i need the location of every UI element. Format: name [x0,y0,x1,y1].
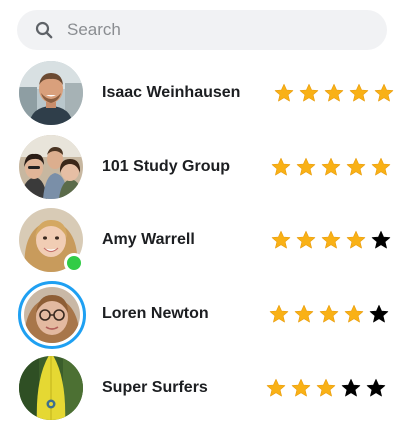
star-filled-icon [296,157,316,177]
rating-stars [271,205,396,275]
search-icon [35,21,53,39]
avatar[interactable] [19,356,83,420]
search-input[interactable] [67,10,367,50]
star-filled-icon [344,304,364,324]
star-filled-icon [349,83,369,103]
star-filled-icon [299,83,319,103]
star-filled-icon [316,378,336,398]
star-filled-icon [319,304,339,324]
avatar[interactable] [19,61,83,125]
star-filled-icon [324,83,344,103]
list-item[interactable]: Loren Newton [0,279,414,349]
contact-name: Loren Newton [102,305,209,322]
contact-name: Isaac Weinhausen [102,84,241,101]
avatar[interactable] [18,281,86,349]
contact-name: Amy Warrell [102,231,195,248]
avatar[interactable] [19,135,83,199]
list-item[interactable]: Super Surfers [0,353,414,423]
online-indicator [64,253,84,273]
star-filled-icon [346,157,366,177]
star-filled-icon [274,83,294,103]
contact-name: 101 Study Group [102,158,231,175]
star-filled-icon [291,378,311,398]
list-item[interactable]: 101 Study Group [0,132,414,202]
star-filled-icon [294,304,314,324]
star-filled-icon [346,230,366,250]
star-empty-icon [371,230,391,250]
star-filled-icon [271,157,291,177]
contact-name: Super Surfers [102,379,208,396]
star-filled-icon [371,157,391,177]
star-empty-icon [366,378,386,398]
list-item[interactable]: Isaac Weinhausen [0,58,414,128]
star-filled-icon [269,304,289,324]
list-item[interactable]: Amy Warrell [0,205,414,275]
star-filled-icon [321,157,341,177]
star-filled-icon [266,378,286,398]
star-filled-icon [374,83,394,103]
star-filled-icon [321,230,341,250]
rating-stars [274,58,399,128]
star-filled-icon [271,230,291,250]
star-empty-icon [369,304,389,324]
star-empty-icon [341,378,361,398]
rating-stars [271,132,396,202]
rating-stars [266,353,391,423]
star-filled-icon [296,230,316,250]
search-bar[interactable] [17,10,387,50]
rating-stars [269,279,394,349]
